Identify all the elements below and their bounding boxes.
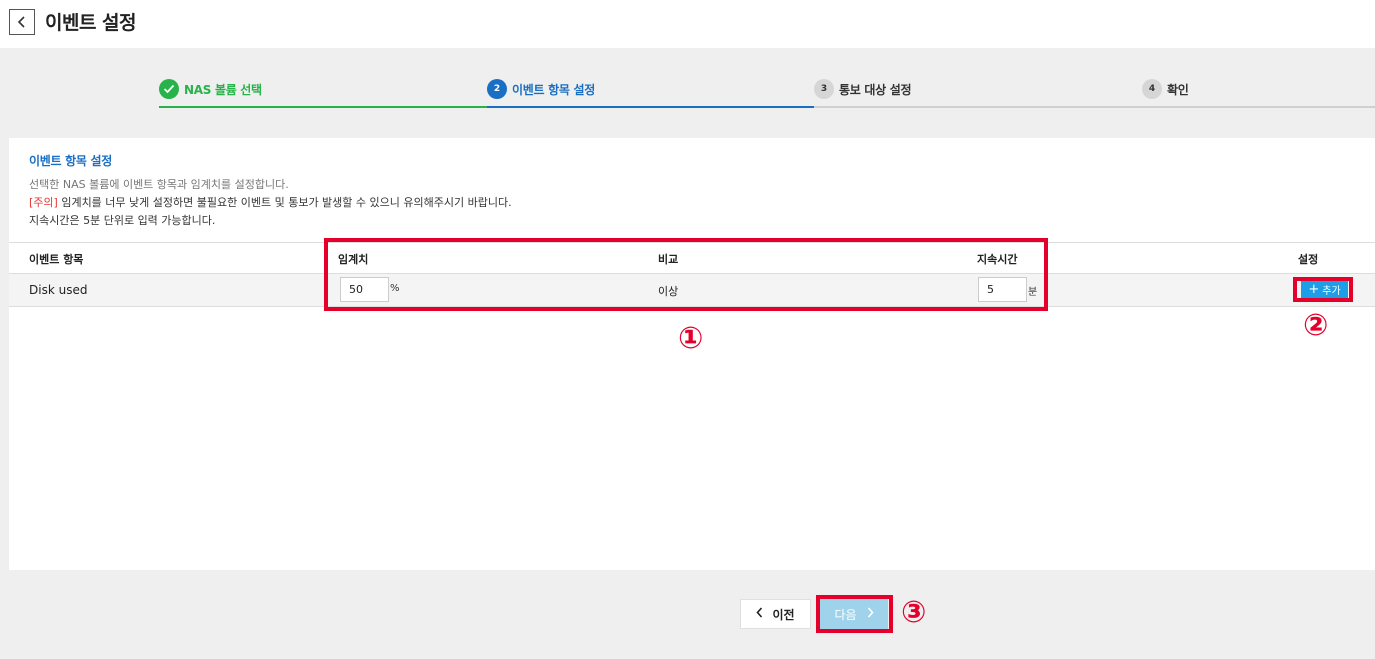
stepper: NAS 볼륨 선택 2 이벤트 항목 설정 3 통보 대상 설정 4 확인 xyxy=(159,75,1375,108)
step-confirm: 4 확인 xyxy=(1142,75,1375,108)
step-notify-target: 3 통보 대상 설정 xyxy=(814,75,1142,108)
marker-3: ③ xyxy=(901,595,927,630)
highlight-box-2 xyxy=(1293,277,1353,302)
prev-label: 이전 xyxy=(772,607,795,622)
description: 선택한 NAS 볼륨에 이벤트 항목과 임계치를 설정합니다. xyxy=(29,178,289,191)
duration-note: 지속시간은 5분 단위로 입력 가능합니다. xyxy=(29,214,216,227)
marker-1: ① xyxy=(678,321,704,356)
check-icon xyxy=(159,79,179,99)
col-event-item: 이벤트 항목 xyxy=(29,253,84,266)
step-label: 통보 대상 설정 xyxy=(839,83,912,97)
highlight-box-1 xyxy=(324,238,1048,311)
marker-2: ② xyxy=(1303,308,1329,343)
back-button[interactable] xyxy=(9,9,35,35)
warning-message: 임계치를 너무 낮게 설정하면 불필요한 이벤트 및 통보가 발생할 수 있으니… xyxy=(57,196,512,209)
col-setting: 설정 xyxy=(1298,253,1319,266)
step-nas-volume: NAS 볼륨 선택 xyxy=(159,75,487,108)
step-number: 2 xyxy=(487,79,507,99)
page-title: 이벤트 설정 xyxy=(45,12,137,34)
highlight-box-3 xyxy=(816,595,893,633)
step-label: 확인 xyxy=(1167,83,1189,97)
step-number: 4 xyxy=(1142,79,1162,99)
step-label: NAS 볼륨 선택 xyxy=(184,83,262,97)
warning-tag: [주의] xyxy=(29,196,58,209)
section-title: 이벤트 항목 설정 xyxy=(29,154,112,168)
chevron-left-icon xyxy=(17,13,27,32)
top-bar: 이벤트 설정 xyxy=(0,0,1375,48)
step-number: 3 xyxy=(814,79,834,99)
step-event-items: 2 이벤트 항목 설정 xyxy=(487,75,814,108)
warning-text: [주의] 임계치를 너무 낮게 설정하면 불필요한 이벤트 및 통보가 발생할 … xyxy=(29,194,512,210)
event-item-name: Disk used xyxy=(29,283,88,297)
prev-button[interactable]: 이전 xyxy=(740,599,811,629)
step-label: 이벤트 항목 설정 xyxy=(512,83,595,97)
chevron-left-icon xyxy=(756,607,763,621)
